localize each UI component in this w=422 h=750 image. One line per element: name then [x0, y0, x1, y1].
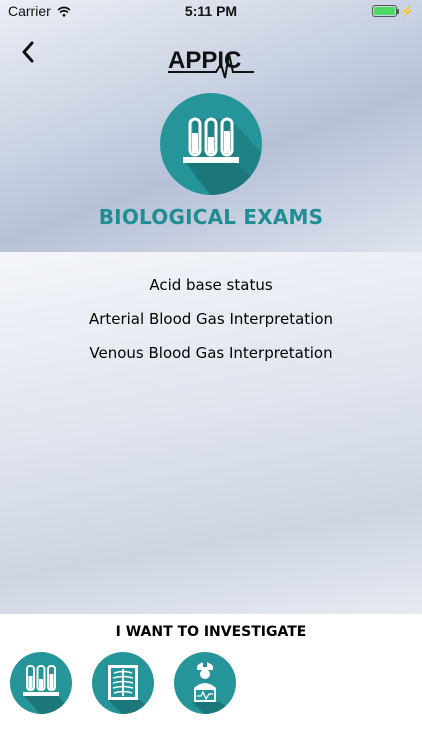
carrier-label: Carrier	[8, 3, 51, 19]
status-time: 5:11 PM	[184, 3, 238, 19]
exam-item-arterial-blood-gas[interactable]: Arterial Blood Gas Interpretation	[0, 308, 422, 342]
chest-xray-icon	[108, 665, 154, 714]
test-tubes-icon	[183, 117, 262, 195]
doctor-monitor-icon	[192, 662, 236, 714]
investigate-clinical-button[interactable]	[174, 652, 236, 714]
category-icon	[160, 93, 262, 195]
exam-item-venous-blood-gas[interactable]: Venous Blood Gas Interpretation	[0, 342, 422, 376]
back-button[interactable]	[16, 38, 40, 66]
exam-list: Acid base status Arterial Blood Gas Inte…	[0, 252, 422, 376]
test-tubes-icon	[23, 665, 72, 714]
investigate-bar: I WANT TO INVESTIGATE	[0, 614, 422, 750]
status-bar: Carrier 5:11 PM ⚡	[0, 0, 422, 22]
page-title: BIOLOGICAL EXAMS	[98, 205, 324, 229]
battery-level	[374, 7, 396, 15]
battery-icon	[372, 5, 400, 17]
investigate-title: I WANT TO INVESTIGATE	[115, 624, 307, 640]
chevron-left-icon	[22, 41, 34, 63]
wifi-icon	[57, 6, 71, 17]
exam-item-acid-base[interactable]: Acid base status	[0, 274, 422, 308]
investigate-biological-button[interactable]	[10, 652, 72, 714]
investigate-imaging-button[interactable]	[92, 652, 154, 714]
appic-logo: APPIC	[168, 47, 254, 79]
exam-list-area: Acid base status Arterial Blood Gas Inte…	[0, 252, 422, 614]
charging-bolt-icon: ⚡	[400, 5, 414, 18]
header-panel: APPIC BIOLOGICAL EXAMS	[0, 0, 422, 252]
